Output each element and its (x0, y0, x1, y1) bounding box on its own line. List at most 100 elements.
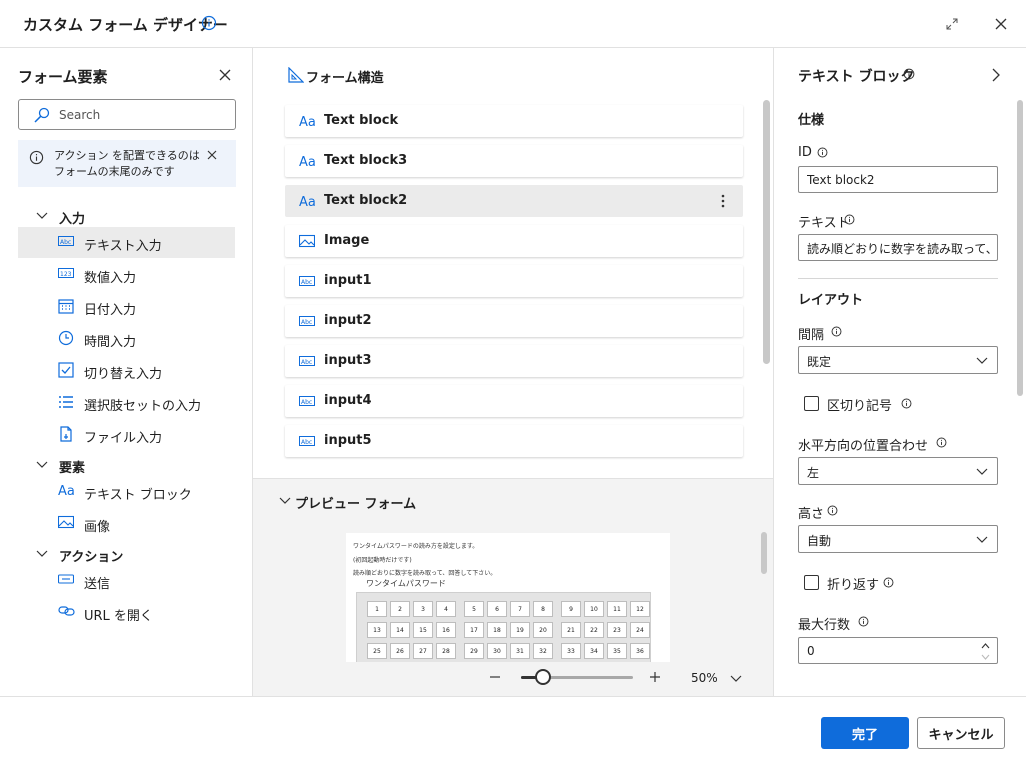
svg-text:Aa: Aa (299, 155, 316, 168)
structure-item[interactable]: Aa Text block3 (285, 145, 743, 177)
structure-item-label: input1 (324, 273, 372, 288)
preview-grid-cell: 22 (584, 622, 604, 638)
info-icon[interactable] (883, 577, 894, 588)
preview-grid-cell: 34 (584, 643, 604, 659)
close-icon[interactable] (207, 150, 217, 160)
group-input[interactable]: 入力 (18, 206, 235, 227)
element-text-block[interactable]: Aa テキスト ブロック (18, 476, 235, 507)
structure-scrollbar[interactable] (763, 100, 770, 364)
structure-item-selected[interactable]: Aa Text block2 (285, 185, 743, 217)
info-icon[interactable] (858, 616, 869, 627)
element-choice-input[interactable]: 選択肢セットの入力 (18, 387, 235, 418)
info-icon[interactable] (903, 68, 915, 80)
element-submit[interactable]: 送信 (18, 565, 235, 596)
element-label: URL を開く (84, 609, 153, 624)
element-toggle-input[interactable]: 切り替え入力 (18, 355, 235, 386)
element-text-input[interactable]: Abc テキスト入力 (18, 227, 235, 258)
info-icon[interactable] (844, 214, 855, 225)
group-elements[interactable]: 要素 (18, 455, 235, 476)
cancel-button[interactable]: キャンセル (917, 717, 1005, 749)
chevron-down-icon[interactable] (279, 497, 291, 505)
element-label: 数値入力 (84, 271, 137, 286)
svg-text:Aa: Aa (299, 115, 316, 128)
structure-item[interactable]: Abc input3 (285, 345, 743, 377)
element-number-input[interactable]: 123 数値入力 (18, 259, 235, 290)
structure-item[interactable]: Abc input1 (285, 265, 743, 297)
preview-grid-cell: 27 (413, 643, 433, 659)
halign-value: 左 (807, 466, 820, 480)
element-date-input[interactable]: 日付入力 (18, 291, 235, 322)
structure-item[interactable]: Aa Text block (285, 105, 743, 137)
info-icon[interactable] (817, 147, 828, 158)
element-label: 選択肢セットの入力 (84, 399, 202, 414)
preview-scrollbar[interactable] (761, 532, 767, 574)
spacing-dropdown[interactable]: 既定 (798, 346, 998, 374)
halign-dropdown[interactable]: 左 (798, 457, 998, 485)
done-button[interactable]: 完了 (821, 717, 909, 749)
text-block-icon: Aa (299, 114, 317, 128)
text-input[interactable] (807, 240, 993, 256)
preview-title: プレビュー フォーム (295, 497, 417, 512)
chevron-right-icon[interactable] (992, 68, 1000, 82)
element-file-input[interactable]: ファイル入力 (18, 419, 235, 450)
chevron-up-icon[interactable] (981, 643, 990, 649)
preview-grid-cell: 23 (607, 622, 627, 638)
element-label: 送信 (84, 577, 111, 592)
chevron-down-icon (36, 550, 48, 558)
info-icon[interactable] (831, 326, 842, 337)
preview-line: (初回起動時だけです) (353, 557, 412, 564)
height-value: 自動 (807, 534, 832, 548)
more-options-icon[interactable] (721, 193, 725, 209)
chevron-down-icon[interactable] (730, 675, 742, 683)
image-icon (299, 234, 315, 248)
zoom-value: 50% (691, 671, 718, 685)
search-input[interactable] (59, 105, 229, 125)
svg-text:Abc: Abc (60, 239, 71, 246)
spec-heading: 仕様 (798, 113, 825, 128)
element-image[interactable]: 画像 (18, 508, 235, 539)
element-label: テキスト ブロック (84, 488, 192, 503)
structure-item[interactable]: Abc input2 (285, 305, 743, 337)
id-input[interactable] (807, 172, 993, 188)
close-icon[interactable] (218, 68, 232, 82)
id-field (798, 166, 998, 193)
expand-icon[interactable] (944, 16, 960, 32)
preview-grid-cell: 13 (367, 622, 387, 638)
preview-grid-cell: 15 (413, 622, 433, 638)
zoom-out-icon[interactable] (489, 671, 501, 683)
svg-text:Abc: Abc (301, 359, 312, 366)
element-time-input[interactable]: 時間入力 (18, 323, 235, 354)
structure-item-label: input3 (324, 353, 372, 368)
zoom-slider-thumb[interactable] (535, 669, 551, 685)
close-icon[interactable] (993, 16, 1009, 32)
structure-item-label: input4 (324, 393, 372, 408)
group-actions[interactable]: アクション (18, 544, 235, 565)
zoom-in-icon[interactable] (649, 671, 661, 683)
preview-grid-cell: 17 (464, 622, 484, 638)
text-block-icon: Aa (58, 483, 76, 497)
structure-item[interactable]: Abc input5 (285, 425, 743, 457)
maxlines-input[interactable] (807, 643, 993, 659)
structure-item[interactable]: Image (285, 225, 743, 257)
preview-grid-cell: 32 (533, 643, 553, 659)
preview-grid-cell: 14 (390, 622, 410, 638)
svg-text:Abc: Abc (301, 319, 312, 326)
info-icon[interactable] (901, 398, 912, 409)
info-icon[interactable] (827, 505, 838, 516)
structure-item-label: Text block2 (324, 193, 408, 208)
info-icon[interactable] (201, 15, 217, 31)
search-box (18, 99, 236, 130)
preview-number-grid: 1 2 3 4 5 6 7 8 9 10 11 12 13 14 15 16 17 18 19 20 21 22 23 24 2… (356, 592, 651, 662)
structure-item[interactable]: Abc input4 (285, 385, 743, 417)
separator-checkbox[interactable] (804, 396, 819, 411)
chevron-down-icon[interactable] (981, 654, 990, 660)
info-icon[interactable] (936, 437, 947, 448)
group-label: アクション (59, 550, 124, 565)
structure-item-label: input5 (324, 433, 372, 448)
height-dropdown[interactable]: 自動 (798, 525, 998, 553)
wrap-checkbox[interactable] (804, 575, 819, 590)
preview-grid-cell: 28 (436, 643, 456, 659)
properties-scrollbar[interactable] (1017, 100, 1023, 396)
element-open-url[interactable]: URL を開く (18, 597, 235, 628)
preview-grid-cell: 16 (436, 622, 456, 638)
